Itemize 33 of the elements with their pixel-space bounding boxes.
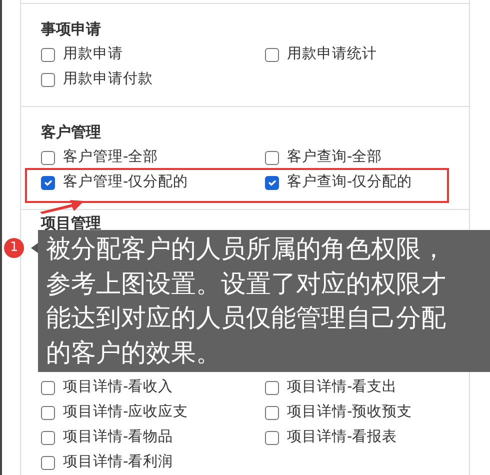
- permission-option[interactable]: 用款申请: [41, 42, 123, 67]
- checkbox[interactable]: [41, 456, 55, 470]
- pointer-icon: [31, 243, 38, 253]
- permission-option[interactable]: 用款申请统计: [265, 42, 377, 67]
- permission-option[interactable]: 客户管理-仅分配的: [41, 170, 188, 195]
- permission-option[interactable]: 项目详情-看报表: [265, 425, 398, 450]
- permission-option[interactable]: 项目详情-看利润: [41, 450, 174, 475]
- checkbox[interactable]: [265, 430, 279, 444]
- permission-option[interactable]: 客户查询-仅分配的: [265, 170, 412, 195]
- checkbox[interactable]: [41, 176, 55, 190]
- section-heading: 事项申请: [41, 19, 102, 40]
- permission-option[interactable]: 客户管理-全部: [41, 145, 158, 170]
- checkbox[interactable]: [265, 150, 279, 164]
- checkbox[interactable]: [265, 406, 279, 420]
- step-number: 1: [4, 238, 24, 258]
- section-heading: 客户管理: [41, 122, 102, 143]
- checkbox[interactable]: [41, 150, 55, 164]
- checkbox[interactable]: [265, 48, 279, 62]
- checkbox[interactable]: [265, 176, 279, 190]
- checkbox[interactable]: [41, 72, 55, 86]
- permission-option[interactable]: 项目详情-看支出: [265, 375, 398, 400]
- permission-option[interactable]: 项目详情-看物品: [41, 425, 174, 450]
- checkbox[interactable]: [41, 430, 55, 444]
- checkbox[interactable]: [41, 48, 55, 62]
- permission-option[interactable]: 项目详情-看收入: [41, 375, 174, 400]
- checkbox[interactable]: [41, 380, 55, 394]
- permission-option[interactable]: 项目详情-预收预支: [265, 400, 412, 425]
- checkbox[interactable]: [265, 380, 279, 394]
- callout-tooltip: 被分配客户的人员所属的角色权限，参考上图设置。设置了对应的权限才能达到对应的人员仅能管理自己分配的客户的效果。: [38, 230, 490, 372]
- permission-option[interactable]: 用款申请付款: [41, 67, 153, 92]
- permission-option[interactable]: 客户查询-全部: [265, 145, 382, 170]
- checkbox[interactable]: [41, 406, 55, 420]
- permission-option[interactable]: 项目详情-应收应支: [41, 400, 188, 425]
